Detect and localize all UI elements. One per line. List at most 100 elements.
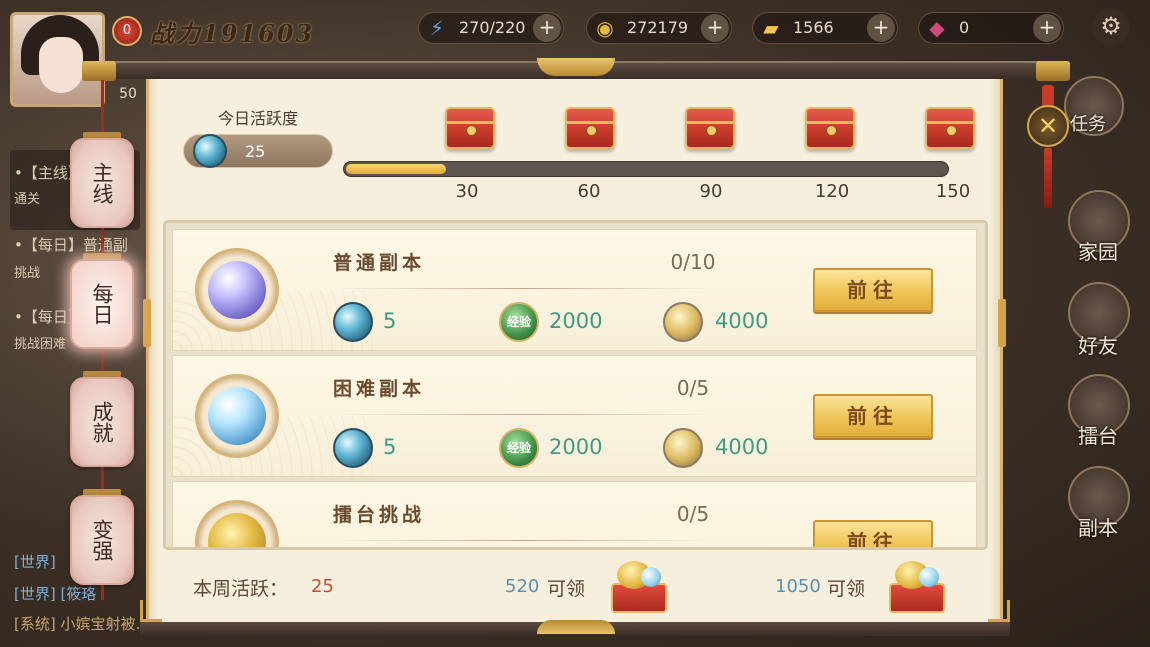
reward-chest-icon[interactable] [445,107,495,149]
tracker-line: 挑战困难 [14,337,67,352]
milestone-label: 90 [699,181,723,202]
resource-gold: ▰ 1566 + [752,12,898,44]
reward-chest-icon[interactable] [685,107,735,149]
combat-power: 战力191603 [150,19,315,48]
friends-label: 好友 [1078,334,1118,358]
weekly-gift-box-icon[interactable] [607,557,669,615]
reward-coin-value: 4000 [715,435,769,459]
tassel [1044,148,1052,208]
player-avatar[interactable] [10,12,105,107]
gift-gem [919,567,939,587]
activity-progress-bar [343,161,949,177]
tab-label: 主线 [90,162,114,204]
weekly-activity-label: 本周活跃： [193,578,289,600]
panel-edge-left [149,79,159,624]
avatar-face [39,37,83,93]
add-gold-button[interactable]: + [867,14,895,42]
exp-icon: 经验 [499,428,539,468]
tab-daily[interactable]: 每日 [70,259,134,349]
task-card-hard-dungeon: 困难副本 0/5 5 经验 2000 4000 前往 [172,355,977,477]
daily-activity-panel: 今日活跃度 25 30 60 90 120 150 普通副本 0/10 5 经验… [143,79,1006,624]
task-name: 困难副本 [333,378,426,400]
gold-ingot-icon: ▰ [763,16,779,40]
task-icon-frame [195,248,279,332]
close-icon[interactable]: ✕ [1027,105,1069,147]
goto-button[interactable]: 前往 [813,520,933,547]
tab-main-quest[interactable]: 主线 [70,138,134,228]
weekly-threshold: 520 [505,576,540,597]
tassel-knot [1042,85,1054,107]
tracker-line: 通关 [14,192,41,207]
weekly-threshold: 1050 [775,576,821,597]
add-coins-button[interactable]: + [701,14,729,42]
copper-coin-icon [663,302,703,342]
top-hud: 50 0 战力191603 ⚡ 270/220 + ◉ 272179 + ▰ 1… [0,0,1150,107]
home-label: 家园 [1078,240,1118,264]
resource-stamina-value: 270/220 [459,18,526,37]
task-progress: 0/5 [676,502,710,526]
chat-line: [世界] [筱珞 [14,585,97,603]
goto-button[interactable]: 前往 [813,394,933,438]
copper-coin-icon [663,428,703,468]
blue-crystal-orb-icon [208,387,266,445]
tab-get-stronger[interactable]: 变强 [70,495,134,585]
task-name: 擂台挑战 [333,504,426,526]
panel-corner [140,600,162,622]
task-card-arena-challenge: 擂台挑战 0/5 前往 [172,481,977,547]
arena-label: 擂台 [1078,424,1118,448]
activity-orb-icon [193,134,227,168]
panel-side-tab-left [143,299,151,347]
today-activity-title: 今日活跃度 [217,109,298,128]
activity-orb-icon [333,428,373,468]
reward-chest-icon[interactable] [925,107,975,149]
milestone-label: 60 [577,181,601,202]
resource-stamina: ⚡ 270/220 + [418,12,564,44]
settings-gear-icon[interactable]: ⚙ [1092,8,1130,46]
lightning-icon: ⚡ [429,16,445,40]
task-name: 普通副本 [333,252,426,274]
purple-orb-icon [208,261,266,319]
reward-chest-icon[interactable] [565,107,615,149]
dungeon-label: 副本 [1078,516,1118,540]
tab-achievements[interactable]: 成就 [70,377,134,467]
task-divider [333,540,713,541]
weekly-claim-text: 可领 [547,578,586,600]
tracker-line: 挑战 [14,266,41,281]
chat-line: [系统] 小嫔宝射被… [14,615,151,633]
milestone-label: 150 [935,181,971,202]
task-list[interactable]: 普通副本 0/10 5 经验 2000 4000 前往 困难副本 0/5 5 经… [163,220,988,550]
add-stamina-button[interactable]: + [533,14,561,42]
milestone-label: 120 [814,181,850,202]
panel-side-tab-right [998,299,1006,347]
tracker-line: •【每日】普通副 [14,236,128,254]
weekly-claim-text: 可领 [827,578,866,600]
reward-orb-value: 5 [383,309,397,333]
scroll-bottom-ornament [537,620,615,634]
panel-corner [988,600,1010,622]
reward-chest-icon[interactable] [805,107,855,149]
weekly-activity-value: 25 [311,576,334,597]
reward-coin-value: 4000 [715,309,769,333]
task-icon-frame [195,500,279,547]
resource-coins-value: 272179 [627,18,689,37]
milestone-label: 30 [455,181,479,202]
activity-orb-icon [333,302,373,342]
task-icon-frame [195,374,279,458]
rod-end-right [1036,61,1070,81]
resource-gem-value: 0 [959,18,970,37]
resource-gem: ◆ 0 + [918,12,1064,44]
weekly-gift-box-icon[interactable] [885,557,947,615]
task-divider [333,414,713,415]
rod-end-left [82,61,116,81]
power-badge-icon: 0 [112,16,142,46]
reward-orb-value: 5 [383,435,397,459]
task-card-normal-dungeon: 普通副本 0/10 5 经验 2000 4000 前往 [172,229,977,351]
task-progress: 0/5 [676,376,710,400]
tab-label: 每日 [90,283,114,325]
resource-coins: ◉ 272179 + [586,12,732,44]
add-gem-button[interactable]: + [1033,14,1061,42]
goto-button[interactable]: 前往 [813,268,933,312]
player-level: 50 [119,86,137,102]
today-activity-value: 25 [245,142,266,161]
tab-label: 变强 [90,519,114,561]
